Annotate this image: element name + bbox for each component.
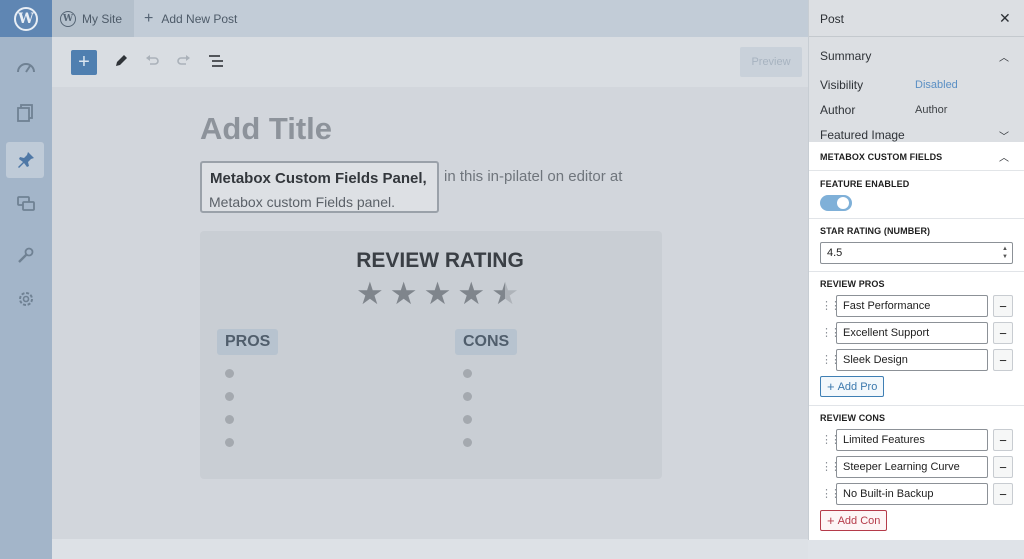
divider xyxy=(809,271,1024,272)
add-new-post-link[interactable]: + Add New Post xyxy=(144,0,237,37)
chevron-down-icon[interactable]: ﹀ xyxy=(999,128,1009,143)
sidebar-tab-post[interactable]: Post xyxy=(820,12,844,26)
add-con-label: Add Con xyxy=(837,514,881,527)
cons-bullet xyxy=(463,415,472,424)
chevron-up-icon[interactable]: ︿ xyxy=(999,49,1009,64)
remove-con-button[interactable]: − xyxy=(993,456,1013,478)
editor-canvas: Add Title Metabox Custom Fields Panel, M… xyxy=(52,87,808,539)
plus-icon: + xyxy=(144,9,154,27)
divider xyxy=(809,405,1024,406)
author-label: Author xyxy=(820,103,856,117)
comments-icon[interactable] xyxy=(14,192,38,216)
star-half-icon: ★ xyxy=(491,276,519,311)
review-pros-label: REVIEW PROS xyxy=(820,279,885,289)
remove-con-button[interactable]: − xyxy=(993,429,1013,451)
divider xyxy=(809,218,1024,219)
cons-bullet xyxy=(463,369,472,378)
number-spinner-icon[interactable]: ▲ ▼ xyxy=(1002,245,1008,261)
remove-pro-button[interactable]: − xyxy=(993,349,1013,371)
summary-toggle[interactable]: Summary xyxy=(820,49,871,63)
star-rating-value: 4.5 xyxy=(827,247,843,259)
visibility-label: Visibility xyxy=(820,78,864,92)
star-rating-number-input[interactable]: 4.5 ▲ ▼ xyxy=(820,242,1013,264)
chevron-up-icon[interactable]: ︿ xyxy=(999,149,1009,164)
review-rating-block[interactable]: REVIEW RATING ★ ★ ★ ★ ★ PROS CONS xyxy=(200,231,662,479)
pro-input[interactable]: Excellent Support xyxy=(836,322,988,344)
star-rating-label: STAR RATING (NUMBER) xyxy=(820,226,931,236)
editor-toolbar: + Preview xyxy=(52,37,808,87)
tools-icon[interactable] xyxy=(14,244,38,268)
my-site-label: My Site xyxy=(82,11,123,26)
paragraph-text: in this in-pilatel on editor at xyxy=(444,168,623,185)
star-full-icon: ★ xyxy=(389,276,418,311)
author-value[interactable]: Author xyxy=(915,104,947,116)
settings-sidebar: Post ✕ Summary ︿ Visibility Disabled Aut… xyxy=(808,0,1024,540)
pin-icon[interactable] xyxy=(14,148,38,172)
add-pro-label: Add Pro xyxy=(837,380,878,393)
pros-label: PROS xyxy=(217,329,279,355)
pencil-icon[interactable] xyxy=(111,51,131,71)
star-rating: ★ ★ ★ ★ ★ xyxy=(356,278,519,309)
remove-con-button[interactable]: − xyxy=(993,483,1013,505)
highlight-line-1: Metabox Custom Fields Panel, xyxy=(210,170,427,187)
star-full-icon: ★ xyxy=(356,276,384,311)
cons-bullet xyxy=(463,392,472,401)
dashboard-icon[interactable] xyxy=(14,56,38,80)
remove-pro-button[interactable]: − xyxy=(993,322,1013,344)
highlighted-paragraph-block[interactable]: Metabox Custom Fields Panel, Metabox cus… xyxy=(200,161,439,213)
con-input[interactable]: Steeper Learning Curve xyxy=(836,456,988,478)
admin-sidebar: W xyxy=(0,0,52,559)
pages-icon[interactable] xyxy=(14,101,38,125)
metabox-panel-header[interactable]: METABOX CUSTOM FIELDS ︿ xyxy=(809,142,1024,171)
add-new-post-label: Add New Post xyxy=(161,11,238,26)
toggle-knob xyxy=(837,197,849,209)
star-full-icon: ★ xyxy=(423,276,452,311)
preview-button[interactable]: Preview xyxy=(740,47,802,77)
cons-label: CONS xyxy=(455,329,518,355)
highlight-line-2: Metabox custom Fields panel. xyxy=(209,194,395,210)
feature-enabled-label: FEATURE ENABLED xyxy=(820,179,910,189)
plus-icon: + xyxy=(827,379,835,394)
top-admin-bar: W My Site + Add New Post xyxy=(52,0,808,37)
pro-input[interactable]: Sleek Design xyxy=(836,349,988,371)
block-inserter-button[interactable]: + xyxy=(71,50,97,75)
my-site-link[interactable]: W My Site xyxy=(52,0,134,37)
remove-pro-button[interactable]: − xyxy=(993,295,1013,317)
review-cons-label: REVIEW CONS xyxy=(820,413,886,423)
cons-bullet xyxy=(463,438,472,447)
post-title-placeholder[interactable]: Add Title xyxy=(200,111,332,147)
pros-bullet xyxy=(225,369,234,378)
visibility-value-link[interactable]: Disabled xyxy=(915,79,958,91)
editor-footer-strip xyxy=(52,539,808,559)
add-pro-button[interactable]: + Add Pro xyxy=(820,376,884,397)
star-full-icon: ★ xyxy=(457,276,486,311)
con-input[interactable]: No Built-in Backup xyxy=(836,483,988,505)
metabox-panel-title: METABOX CUSTOM FIELDS xyxy=(820,152,943,162)
add-con-button[interactable]: + Add Con xyxy=(820,510,887,531)
pro-input[interactable]: Fast Performance xyxy=(836,295,988,317)
undo-icon[interactable] xyxy=(142,51,162,71)
pros-bullet xyxy=(225,438,234,447)
close-icon[interactable]: ✕ xyxy=(999,10,1011,27)
wordpress-icon: W xyxy=(60,10,76,27)
pros-bullet xyxy=(225,392,234,401)
sidebar-header: Post ✕ xyxy=(809,0,1024,37)
con-input[interactable]: Limited Features xyxy=(836,429,988,451)
wordpress-logo-icon[interactable]: W xyxy=(0,0,52,37)
document-overview-icon[interactable] xyxy=(206,51,226,71)
pros-bullet xyxy=(225,415,234,424)
redo-icon[interactable] xyxy=(174,51,194,71)
featured-image-toggle[interactable]: Featured Image xyxy=(820,128,905,142)
feature-enabled-toggle[interactable] xyxy=(820,195,852,211)
plus-icon: + xyxy=(827,513,835,528)
settings-gear-icon[interactable] xyxy=(14,287,38,311)
review-rating-title: REVIEW RATING xyxy=(356,249,524,272)
